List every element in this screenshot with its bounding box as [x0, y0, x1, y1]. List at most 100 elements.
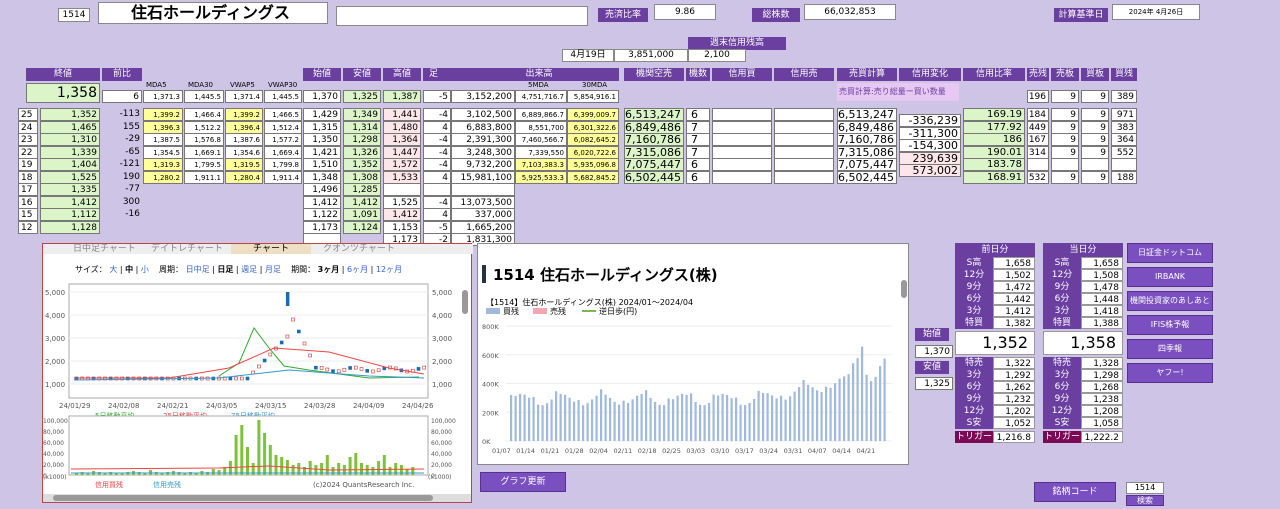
- candle: [376, 368, 381, 373]
- volume-bar: [331, 467, 335, 475]
- period-intraday[interactable]: 日中足: [186, 265, 210, 274]
- row-cratio: 169.19: [963, 108, 1025, 121]
- row-foot: [423, 183, 451, 196]
- tab-quants[interactable]: クオンツチャート: [323, 244, 395, 254]
- row-bal: [1027, 158, 1049, 171]
- price-xtick: 24/03/05: [206, 402, 237, 410]
- memo-input[interactable]: [336, 6, 588, 26]
- graph-update-button[interactable]: グラフ更新: [480, 472, 566, 492]
- prev_day-value2: 1,262: [993, 381, 1035, 393]
- row-foot: -5: [423, 220, 451, 234]
- volume-bar: [268, 445, 272, 475]
- buy-balance-bar: [685, 394, 688, 441]
- right-ytick: 600K: [482, 352, 499, 360]
- buy-balance-bar: [726, 394, 729, 441]
- search-button[interactable]: 検索: [1126, 495, 1164, 506]
- row-bcalc: 7,315,086: [837, 145, 897, 159]
- candle: [314, 365, 318, 370]
- tab-chart[interactable]: チャート: [231, 244, 311, 254]
- left-scrollbar[interactable]: [43, 494, 471, 502]
- row-volume: 1,665,200: [451, 220, 515, 234]
- buy-balance-bar: [649, 397, 652, 441]
- top-vol5: 4,751,716.7: [515, 90, 567, 103]
- span-6m[interactable]: 6ヶ月: [347, 265, 368, 274]
- today-value: 1,478: [1081, 281, 1123, 293]
- link-button-5[interactable]: ヤフー!: [1127, 363, 1213, 383]
- right-ytick: 200K: [482, 409, 499, 417]
- left-vscroll[interactable]: [462, 290, 468, 314]
- row-bal: 184: [1027, 108, 1049, 121]
- span-3m[interactable]: 3ヶ月: [318, 265, 340, 274]
- buy-balance-bar: [699, 404, 702, 441]
- size-small[interactable]: 小: [141, 265, 149, 274]
- calc-date-value: 2024年 4月26日: [1112, 4, 1200, 20]
- link-button-3[interactable]: IFIS株予報: [1127, 315, 1213, 335]
- link-button-1[interactable]: IRBANK: [1127, 267, 1213, 287]
- row-count: 6: [686, 170, 710, 184]
- volume-bar: [211, 469, 215, 475]
- candle: [245, 376, 250, 381]
- link-button-4[interactable]: 四季報: [1127, 339, 1213, 359]
- chart-panel-right: 1514 住石ホールディングス(株) 【1514】住石ホールディングス(株) 2…: [477, 243, 909, 465]
- prev_day-label: 6分: [955, 293, 993, 305]
- buy-balance-bar: [838, 378, 841, 441]
- col-volume: 出来高: [459, 68, 619, 81]
- period-daily[interactable]: 日足: [217, 265, 233, 274]
- buy-balance-bar: [654, 401, 657, 441]
- link-button-0[interactable]: 日証金ドットコム: [1127, 243, 1213, 263]
- right-title-bar: [482, 265, 486, 283]
- row-foot: -4: [423, 108, 451, 121]
- legend-buy: 買残: [503, 306, 519, 316]
- right-xtick: 04/14: [832, 447, 851, 455]
- candle: [365, 369, 370, 373]
- price-xtick: 24/02/21: [157, 402, 188, 410]
- candle: [416, 367, 421, 371]
- volume-bar: [263, 433, 267, 475]
- row-bb: 9: [1081, 133, 1109, 146]
- price-ytick: 1,000: [45, 381, 65, 389]
- buy-balance-bar: [546, 403, 549, 441]
- buy-balance-bar: [861, 346, 864, 441]
- size-large[interactable]: 大: [109, 265, 117, 274]
- price-ytick-right: 2,000: [432, 358, 452, 366]
- period-monthly[interactable]: 月足: [265, 265, 281, 274]
- size-mid[interactable]: 中: [125, 265, 133, 274]
- link-button-2[interactable]: 機関投資家のあしあと: [1127, 291, 1213, 311]
- buy-balance-bar: [721, 393, 724, 441]
- prev_day-value: 1,502: [993, 269, 1035, 281]
- span-12m[interactable]: 12ヶ月: [376, 265, 402, 274]
- right-ytick: 800K: [482, 323, 499, 331]
- buy-balance-bar: [757, 390, 760, 441]
- period-weekly[interactable]: 週足: [241, 265, 257, 274]
- row-cratio: 177.92: [963, 120, 1025, 134]
- today-value: 1,508: [1081, 269, 1123, 281]
- today-label2: 9分: [1043, 393, 1081, 405]
- row-day: 24: [18, 120, 38, 134]
- company-name: 住石ホールディングス: [98, 2, 328, 24]
- buy-balance-bar: [856, 358, 859, 441]
- row-vwap30: 1,799.8: [264, 158, 302, 171]
- row-vol5: 7,339,550: [515, 145, 567, 159]
- row-vwap30: 1,669.4: [264, 145, 302, 159]
- row-bcalc: 6,513,247: [837, 108, 897, 121]
- code-label-button[interactable]: 銘柄コード: [1034, 482, 1116, 502]
- buy-balance-bar: [510, 395, 513, 441]
- candle: [325, 367, 330, 372]
- prev_day-value2: 1,052: [993, 417, 1035, 429]
- prev_day-value: 1,442: [993, 293, 1035, 305]
- candle: [371, 369, 375, 374]
- buy-balance-bar: [780, 395, 783, 441]
- right-vscroll[interactable]: [901, 280, 907, 298]
- code-input[interactable]: 1514: [1126, 482, 1164, 494]
- row-br: 188: [1111, 170, 1137, 184]
- prev_day-label2: S安: [955, 417, 993, 429]
- tab-daytrade[interactable]: デイトレチャート: [151, 244, 223, 254]
- row-vwap5: 1,399.2: [225, 108, 263, 121]
- tab-intraday[interactable]: 日中足チャート: [73, 244, 136, 254]
- candle: [240, 376, 244, 381]
- candle: [348, 366, 352, 370]
- row-day: 12: [18, 220, 38, 234]
- margin-chart: 買残 売残 逆日歩(円) 800K 600K 400K 200K 0K01/07 01/14 01…: [482, 306, 892, 455]
- candle: [285, 334, 290, 339]
- prev_day-label: 3分: [955, 305, 993, 317]
